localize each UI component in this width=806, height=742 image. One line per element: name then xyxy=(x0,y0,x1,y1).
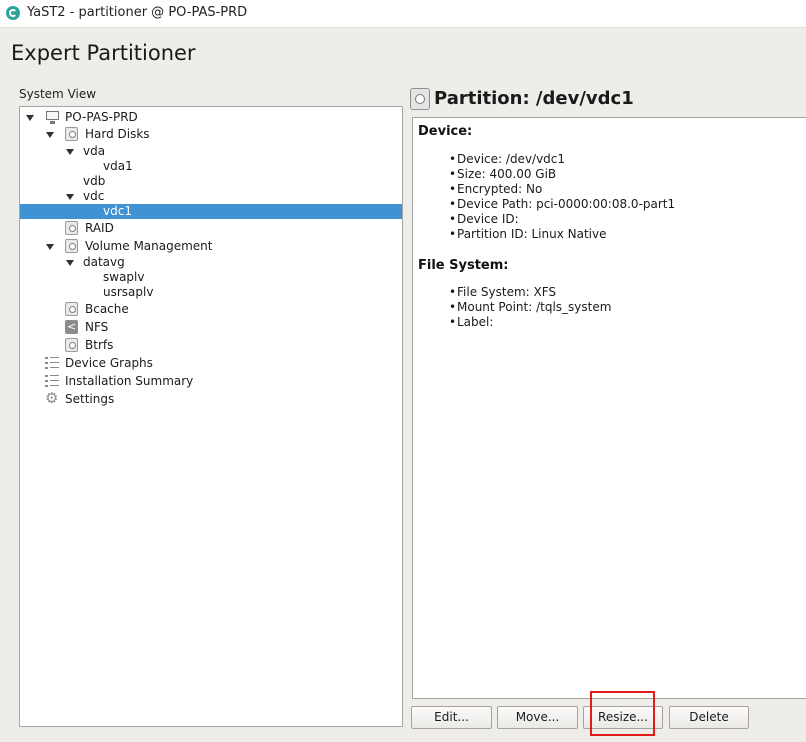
tree-item-label: swaplv xyxy=(103,270,145,284)
expand-arrow-icon[interactable] xyxy=(66,260,74,266)
filesystem-properties-list: File System: XFS Mount Point: /tqls_syst… xyxy=(449,285,611,330)
tree-item-label: usrsaplv xyxy=(103,285,154,299)
device-property: Device Path: pci-0000:00:08.0-part1 xyxy=(449,197,675,212)
tree-item-hard-disks[interactable]: Hard Disks xyxy=(20,127,402,142)
expand-arrow-icon[interactable] xyxy=(66,149,74,155)
device-property: Device ID: xyxy=(449,212,675,227)
filesystem-property: File System: XFS xyxy=(449,285,611,300)
delete-button[interactable]: Delete xyxy=(669,706,749,729)
tree-item-label: Volume Management xyxy=(85,239,213,253)
bcache-icon xyxy=(65,302,78,316)
system-view-tree[interactable]: PO-PAS-PRD Hard Disks vda vda1 vdb vdc v… xyxy=(19,106,403,727)
tree-item-usrsaplv[interactable]: usrsaplv xyxy=(20,285,402,300)
tree-item-label: vdc xyxy=(83,189,105,203)
tree-item-vda[interactable]: vda xyxy=(20,144,402,159)
device-property: Encrypted: No xyxy=(449,182,675,197)
tree-item-label: vda1 xyxy=(103,159,133,173)
tree-item-vdb[interactable]: vdb xyxy=(20,174,402,189)
tree-item-po-pas-prd[interactable]: PO-PAS-PRD xyxy=(20,110,402,125)
edit-button[interactable]: Edit... xyxy=(411,706,492,729)
tree-item-bcache[interactable]: Bcache xyxy=(20,302,402,317)
filesystem-property: Label: xyxy=(449,315,611,330)
tree-item-swaplv[interactable]: swaplv xyxy=(20,270,402,285)
tree-item-label: Settings xyxy=(65,392,115,406)
tree-item-label: PO-PAS-PRD xyxy=(65,110,138,124)
tree-item-label: Device Graphs xyxy=(65,356,153,370)
expand-arrow-icon[interactable] xyxy=(46,244,54,250)
tree-item-settings[interactable]: ⚙ Settings xyxy=(20,389,402,407)
tree-item-btrfs[interactable]: Btrfs xyxy=(20,338,402,353)
tree-item-nfs[interactable]: NFS xyxy=(20,319,402,335)
partition-details-panel: Device: Device: /dev/vdc1 Size: 400.00 G… xyxy=(412,117,806,699)
tree-item-label: Installation Summary xyxy=(65,374,194,388)
window-titlebar: YaST2 - partitioner @ PO-PAS-PRD xyxy=(0,0,806,28)
share-icon xyxy=(65,319,78,334)
filesystem-property: Mount Point: /tqls_system xyxy=(449,300,611,315)
graph-list-icon xyxy=(45,357,59,369)
tree-item-label: datavg xyxy=(83,255,125,269)
tree-item-installation-summary[interactable]: Installation Summary xyxy=(20,374,402,389)
raid-icon xyxy=(65,221,78,235)
volume-icon xyxy=(65,239,78,253)
tree-item-vdc1[interactable]: vdc1 xyxy=(20,204,402,219)
system-view-label: System View xyxy=(19,87,97,101)
tree-item-vda1[interactable]: vda1 xyxy=(20,159,402,174)
window-title: YaST2 - partitioner @ PO-PAS-PRD xyxy=(27,5,248,20)
device-property: Partition ID: Linux Native xyxy=(449,227,675,242)
tree-item-label: Hard Disks xyxy=(85,127,150,141)
gear-icon: ⚙ xyxy=(45,389,59,407)
device-property: Size: 400.00 GiB xyxy=(449,167,675,182)
tree-item-label: Bcache xyxy=(85,302,129,316)
btrfs-icon xyxy=(65,338,78,352)
tree-item-vdc[interactable]: vdc xyxy=(20,189,402,204)
disk-icon xyxy=(65,127,78,141)
filesystem-section-title: File System: xyxy=(418,258,509,273)
page-title: Expert Partitioner xyxy=(11,41,196,65)
tree-item-volume-management[interactable]: Volume Management xyxy=(20,239,402,254)
tree-item-label: vdc1 xyxy=(103,204,132,218)
device-property: Device: /dev/vdc1 xyxy=(449,152,675,167)
device-section-title: Device: xyxy=(418,124,473,139)
computer-icon xyxy=(46,111,59,124)
device-properties-list: Device: /dev/vdc1 Size: 400.00 GiB Encry… xyxy=(449,152,675,242)
yast-app-icon xyxy=(6,6,20,20)
expand-arrow-icon[interactable] xyxy=(26,115,34,121)
tree-item-device-graphs[interactable]: Device Graphs xyxy=(20,356,402,371)
tree-item-label: vdb xyxy=(83,174,106,188)
expand-arrow-icon[interactable] xyxy=(66,194,74,200)
detail-title: Partition: /dev/vdc1 xyxy=(434,88,634,109)
partition-icon xyxy=(410,88,430,110)
tree-item-raid[interactable]: RAID xyxy=(20,221,402,236)
expand-arrow-icon[interactable] xyxy=(46,132,54,138)
tree-item-label: Btrfs xyxy=(85,338,114,352)
tree-item-label: NFS xyxy=(85,320,109,334)
tree-item-label: RAID xyxy=(85,221,114,235)
move-button[interactable]: Move... xyxy=(497,706,578,729)
tree-item-datavg[interactable]: datavg xyxy=(20,255,402,270)
summary-list-icon xyxy=(45,375,59,387)
tree-item-label: vda xyxy=(83,144,106,158)
annotation-highlight-box xyxy=(590,691,655,736)
